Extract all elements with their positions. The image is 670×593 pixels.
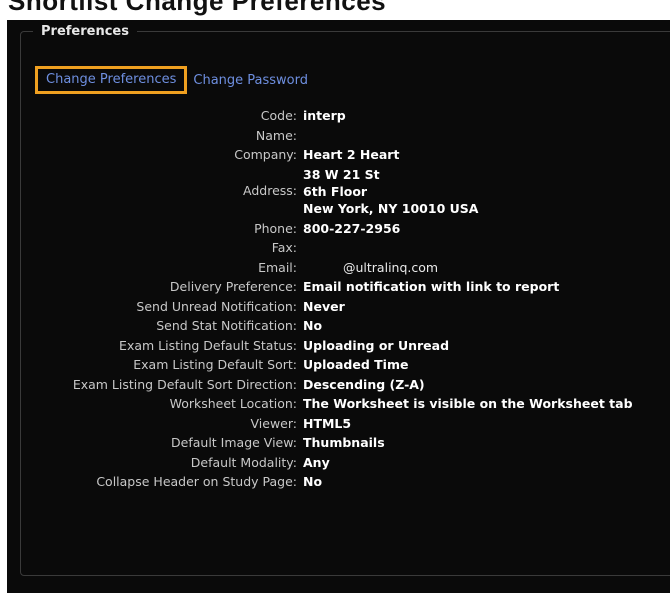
- field-row-fax: Fax:: [7, 238, 670, 258]
- field-label-send-unread-notification: Send Unread Notification:: [136, 298, 297, 314]
- field-label-default-modality: Default Modality:: [190, 454, 297, 470]
- address-line-1: 38 W 21 St: [303, 166, 380, 182]
- field-label-address: Address:: [243, 183, 297, 199]
- field-row-email: Email: @ultralinq.com: [7, 258, 670, 278]
- field-label-viewer: Viewer:: [250, 415, 297, 431]
- field-label-delivery-preference: Delivery Preference:: [169, 279, 297, 294]
- change-preferences-tab[interactable]: Change Preferences: [35, 66, 188, 94]
- field-label-code: Code:: [260, 108, 297, 123]
- field-label-send-stat-notification: Send Stat Notification:: [156, 318, 297, 333]
- field-value-default-modality: Any: [303, 454, 330, 470]
- address-line-2: 6th Floor: [303, 183, 368, 199]
- field-value-send-stat-notification: No: [303, 318, 323, 333]
- change-password-link[interactable]: Change Password: [193, 73, 308, 88]
- preferences-tabs: Change Preferences Change Password: [35, 65, 308, 95]
- preferences-legend: Preferences: [41, 24, 129, 39]
- field-row-delivery-preference: Delivery Preference: Email notification …: [7, 277, 670, 297]
- field-row-exam-listing-default-sort-direction: Exam Listing Default Sort Direction: Des…: [7, 375, 670, 395]
- field-row-address: Address: 38 W 21 St 6th Floor New York, …: [7, 165, 670, 219]
- field-value-default-image-view: Thumbnails: [303, 435, 385, 450]
- field-row-name: Name:: [7, 126, 670, 146]
- field-value-delivery-preference: Email notification with link to report: [303, 279, 560, 294]
- preferences-list: Code: interp Name: Company: Heart 2 Hear…: [7, 106, 670, 492]
- field-value-phone: 800-227-2956: [303, 220, 401, 236]
- field-label-fax: Fax:: [271, 240, 297, 255]
- field-label-phone: Phone:: [254, 220, 297, 236]
- field-label-exam-listing-default-sort-direction: Exam Listing Default Sort Direction:: [72, 376, 297, 392]
- field-row-default-image-view: Default Image View: Thumbnails: [7, 433, 670, 453]
- field-row-collapse-header: Collapse Header on Study Page: No: [7, 472, 670, 492]
- field-value-worksheet-location: The Worksheet is visible on the Workshee…: [303, 396, 633, 411]
- field-row-default-modality: Default Modality: Any: [7, 453, 670, 473]
- preferences-panel: Preferences Change Preferences Change Pa…: [7, 20, 670, 593]
- field-label-email: Email:: [258, 259, 297, 275]
- field-value-email: @ultralinq.com: [343, 259, 439, 275]
- field-value-code: interp: [303, 108, 346, 123]
- field-label-name: Name:: [255, 127, 297, 143]
- field-value-exam-listing-default-sort-direction: Descending (Z-A): [303, 376, 425, 392]
- field-row-company: Company: Heart 2 Heart: [7, 145, 670, 165]
- field-row-exam-listing-default-sort: Exam Listing Default Sort: Uploaded Time: [7, 355, 670, 375]
- field-row-send-stat-notification: Send Stat Notification: No: [7, 316, 670, 336]
- field-label-company: Company:: [234, 147, 297, 162]
- field-row-phone: Phone: 800-227-2956: [7, 219, 670, 239]
- page-heading: Shortlist Change Preferences: [8, 0, 387, 16]
- field-value-company: Heart 2 Heart: [303, 147, 400, 162]
- field-row-code: Code: interp: [7, 106, 670, 126]
- field-value-exam-listing-default-sort: Uploaded Time: [303, 357, 409, 372]
- field-label-worksheet-location: Worksheet Location:: [169, 396, 297, 411]
- field-value-send-unread-notification: Never: [303, 298, 345, 314]
- address-line-3: New York, NY 10010 USA: [303, 200, 479, 216]
- field-row-send-unread-notification: Send Unread Notification: Never: [7, 297, 670, 317]
- field-label-default-image-view: Default Image View:: [171, 435, 297, 450]
- field-row-worksheet-location: Worksheet Location: The Worksheet is vis…: [7, 394, 670, 414]
- field-row-exam-listing-default-status: Exam Listing Default Status: Uploading o…: [7, 336, 670, 356]
- field-value-viewer: HTML5: [303, 415, 352, 431]
- field-label-exam-listing-default-status: Exam Listing Default Status:: [119, 337, 297, 353]
- field-value-address: 38 W 21 St 6th Floor New York, NY 10010 …: [303, 166, 478, 217]
- field-label-collapse-header: Collapse Header on Study Page:: [96, 474, 297, 489]
- field-value-exam-listing-default-status: Uploading or Unread: [303, 337, 450, 353]
- field-row-viewer: Viewer: HTML5: [7, 414, 670, 434]
- field-label-exam-listing-default-sort: Exam Listing Default Sort:: [133, 357, 297, 372]
- field-value-collapse-header: No: [303, 474, 323, 489]
